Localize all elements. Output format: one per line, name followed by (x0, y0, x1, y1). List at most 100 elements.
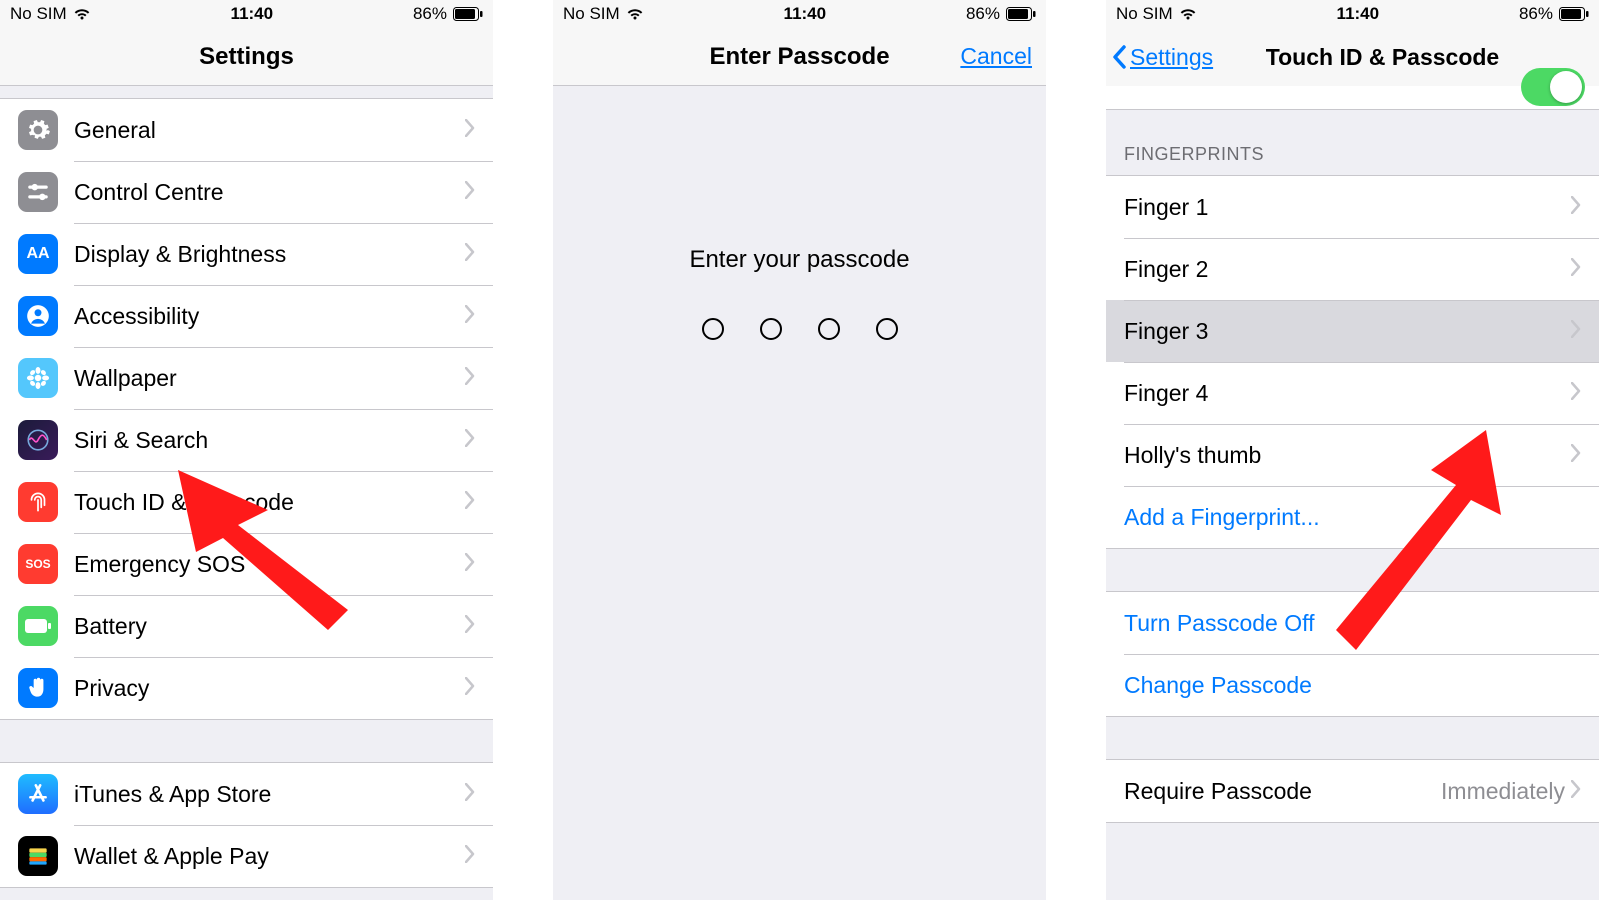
passcode-actions-list: Turn Passcode Off Change Passcode (1106, 591, 1599, 717)
fingerprint-row[interactable]: Finger 3 (1106, 300, 1599, 362)
appstore-icon (18, 774, 58, 814)
fingerprint-row[interactable]: Finger 4 (1106, 362, 1599, 424)
add-fingerprint-row[interactable]: Add a Fingerprint... (1106, 486, 1599, 548)
clock-text: 11:40 (1337, 4, 1380, 24)
settings-row-wallpaper[interactable]: Wallpaper (0, 347, 493, 409)
chevron-right-icon (465, 367, 475, 390)
chevron-right-icon (465, 243, 475, 266)
row-label: Privacy (74, 675, 465, 702)
carrier-text: No SIM (1116, 4, 1173, 24)
page-title: Settings (199, 43, 294, 71)
settings-row-touchid[interactable]: Touch ID & Passcode (0, 471, 493, 533)
sliders-icon (18, 172, 58, 212)
page-title: Touch ID & Passcode (1266, 44, 1499, 71)
row-label: Require Passcode (1124, 778, 1441, 805)
row-label: Turn Passcode Off (1124, 610, 1581, 637)
settings-row-siri[interactable]: Siri & Search (0, 409, 493, 471)
battery-pct-text: 86% (413, 4, 447, 24)
settings-row-accessibility[interactable]: Accessibility (0, 285, 493, 347)
chevron-right-icon (465, 845, 475, 868)
chevron-right-icon (1571, 258, 1581, 281)
passcode-dot (760, 318, 782, 340)
person-icon (18, 296, 58, 336)
fingerprint-row[interactable]: Finger 1 (1106, 176, 1599, 238)
chevron-right-icon (1571, 382, 1581, 405)
wifi-icon (626, 7, 644, 21)
row-label: Battery (74, 613, 465, 640)
chevron-right-icon (465, 783, 475, 806)
chevron-right-icon (465, 181, 475, 204)
back-button[interactable]: Settings (1112, 44, 1213, 71)
hand-icon (18, 668, 58, 708)
row-label: iTunes & App Store (74, 781, 465, 808)
chevron-right-icon (465, 677, 475, 700)
passcode-prompt: Enter your passcode (553, 246, 1046, 274)
navbar-passcode: Enter Passcode Cancel (553, 28, 1046, 86)
settings-row-wallet[interactable]: Wallet & Apple Pay (0, 825, 493, 887)
settings-list-group-1: General Control Centre AA Display & Brightn… (0, 98, 493, 720)
page-title: Enter Passcode (709, 43, 889, 71)
chevron-right-icon (1571, 196, 1581, 219)
row-label: Accessibility (74, 303, 465, 330)
settings-list-group-2: iTunes & App Store Wallet & Apple Pay (0, 762, 493, 888)
settings-row-itunes[interactable]: iTunes & App Store (0, 763, 493, 825)
battery-icon (453, 7, 483, 21)
sos-icon: SOS (18, 544, 58, 584)
passcode-dots (553, 318, 1046, 340)
toggle-switch[interactable] (1521, 68, 1585, 106)
settings-row-sos[interactable]: SOSEmergency SOS (0, 533, 493, 595)
row-label: Touch ID & Passcode (74, 489, 465, 516)
AA-icon: AA (18, 234, 58, 274)
row-label: Add a Fingerprint... (1124, 504, 1581, 531)
wifi-icon (73, 7, 91, 21)
flower-icon (18, 358, 58, 398)
cancel-button[interactable]: Cancel (960, 43, 1032, 70)
row-label: Holly's thumb (1124, 442, 1571, 469)
screen-settings: No SIM 11:40 86% Settings GeneralControl… (0, 0, 493, 900)
battery-pct-text: 86% (966, 4, 1000, 24)
screen-touch-id-passcode: No SIM 11:40 86% Settings Touch ID & Pas… (1106, 0, 1599, 900)
row-label: Finger 1 (1124, 194, 1571, 221)
battery-icon (18, 606, 58, 646)
settings-row-general[interactable]: General (0, 99, 493, 161)
group-separator (0, 720, 493, 762)
wifi-icon (1179, 7, 1197, 21)
turn-passcode-off-row[interactable]: Turn Passcode Off (1106, 592, 1599, 654)
clock-text: 11:40 (231, 4, 274, 24)
row-label: General (74, 117, 465, 144)
toggle-row-partial (1106, 86, 1599, 110)
status-bar: No SIM 11:40 86% (1106, 0, 1599, 28)
require-passcode-list: Require Passcode Immediately (1106, 759, 1599, 823)
battery-pct-text: 86% (1519, 4, 1553, 24)
battery-icon (1006, 7, 1036, 21)
settings-row-privacy[interactable]: Privacy (0, 657, 493, 719)
gear-icon (18, 110, 58, 150)
clock-text: 11:40 (784, 4, 827, 24)
row-label: Wallet & Apple Pay (74, 843, 465, 870)
chevron-right-icon (465, 553, 475, 576)
fingerprints-header: FINGERPRINTS (1106, 110, 1599, 175)
row-label: Finger 2 (1124, 256, 1571, 283)
chevron-right-icon (465, 305, 475, 328)
passcode-dot (702, 318, 724, 340)
chevron-left-icon (1112, 45, 1128, 69)
change-passcode-row[interactable]: Change Passcode (1106, 654, 1599, 716)
settings-row-battery[interactable]: Battery (0, 595, 493, 657)
chevron-right-icon (1571, 320, 1581, 343)
siri-icon (18, 420, 58, 460)
row-label: Display & Brightness (74, 241, 465, 268)
chevron-right-icon (1571, 444, 1581, 467)
require-passcode-row[interactable]: Require Passcode Immediately (1106, 760, 1599, 822)
chevron-right-icon (465, 429, 475, 452)
chevron-right-icon (1571, 780, 1581, 803)
settings-row-control[interactable]: Control Centre (0, 161, 493, 223)
fingerprints-list: Finger 1 Finger 2 Finger 3Finger 4 Holly's … (1106, 175, 1599, 549)
status-bar: No SIM 11:40 86% (553, 0, 1046, 28)
fingerprint-row[interactable]: Finger 2 (1106, 238, 1599, 300)
screen-enter-passcode: No SIM 11:40 86% Enter Passcode Cancel E… (553, 0, 1046, 900)
fingerprint-row[interactable]: Holly's thumb (1106, 424, 1599, 486)
row-label: Control Centre (74, 179, 465, 206)
chevron-right-icon (465, 119, 475, 142)
settings-row-display[interactable]: AA Display & Brightness (0, 223, 493, 285)
fingerprint-icon (18, 482, 58, 522)
